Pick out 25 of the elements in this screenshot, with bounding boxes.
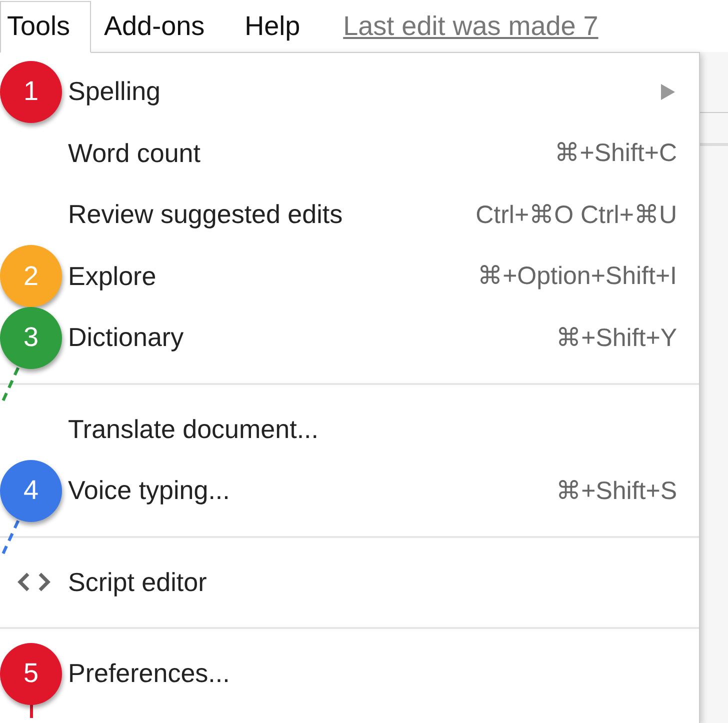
number-badge: 2 bbox=[0, 245, 62, 308]
menu-item[interactable]: Explore bbox=[68, 260, 478, 292]
menu-tab[interactable]: Help bbox=[232, 0, 328, 52]
menu-item[interactable]: Word count bbox=[68, 138, 555, 169]
menu-tab[interactable]: Add-ons bbox=[91, 0, 232, 52]
menu-item[interactable]: Review suggested edits bbox=[68, 199, 476, 230]
number-badge: 4 bbox=[0, 460, 62, 522]
shortcut-text: ⌘+Option+Shift+I bbox=[478, 261, 678, 292]
menu-item[interactable]: Dictionary bbox=[68, 322, 556, 354]
shortcut-text: Ctrl+⌘O Ctrl+⌘U bbox=[476, 200, 678, 230]
menu-item[interactable]: Voice typing... bbox=[68, 475, 556, 506]
last-edit-link[interactable]: Last edit was made 7 bbox=[343, 10, 598, 42]
menu-item[interactable]: Script editor bbox=[68, 566, 699, 598]
code-icon bbox=[17, 572, 51, 592]
menu-item[interactable]: Preferences... bbox=[68, 658, 699, 690]
number-badge: 3 bbox=[0, 306, 62, 369]
number-badge: 1 bbox=[0, 60, 62, 123]
menu-tab[interactable]: Tools bbox=[0, 0, 92, 52]
shortcut-text: ⌘+Shift+Y bbox=[556, 322, 678, 353]
shortcut-text: ⌘+Shift+S bbox=[556, 476, 678, 506]
menu-item[interactable]: Spelling bbox=[68, 76, 661, 108]
shortcut-text: ⌘+Shift+C bbox=[554, 138, 678, 168]
leader-line bbox=[30, 704, 33, 718]
number-badge: 5 bbox=[0, 642, 62, 705]
menu-item[interactable]: Translate document... bbox=[68, 414, 699, 445]
